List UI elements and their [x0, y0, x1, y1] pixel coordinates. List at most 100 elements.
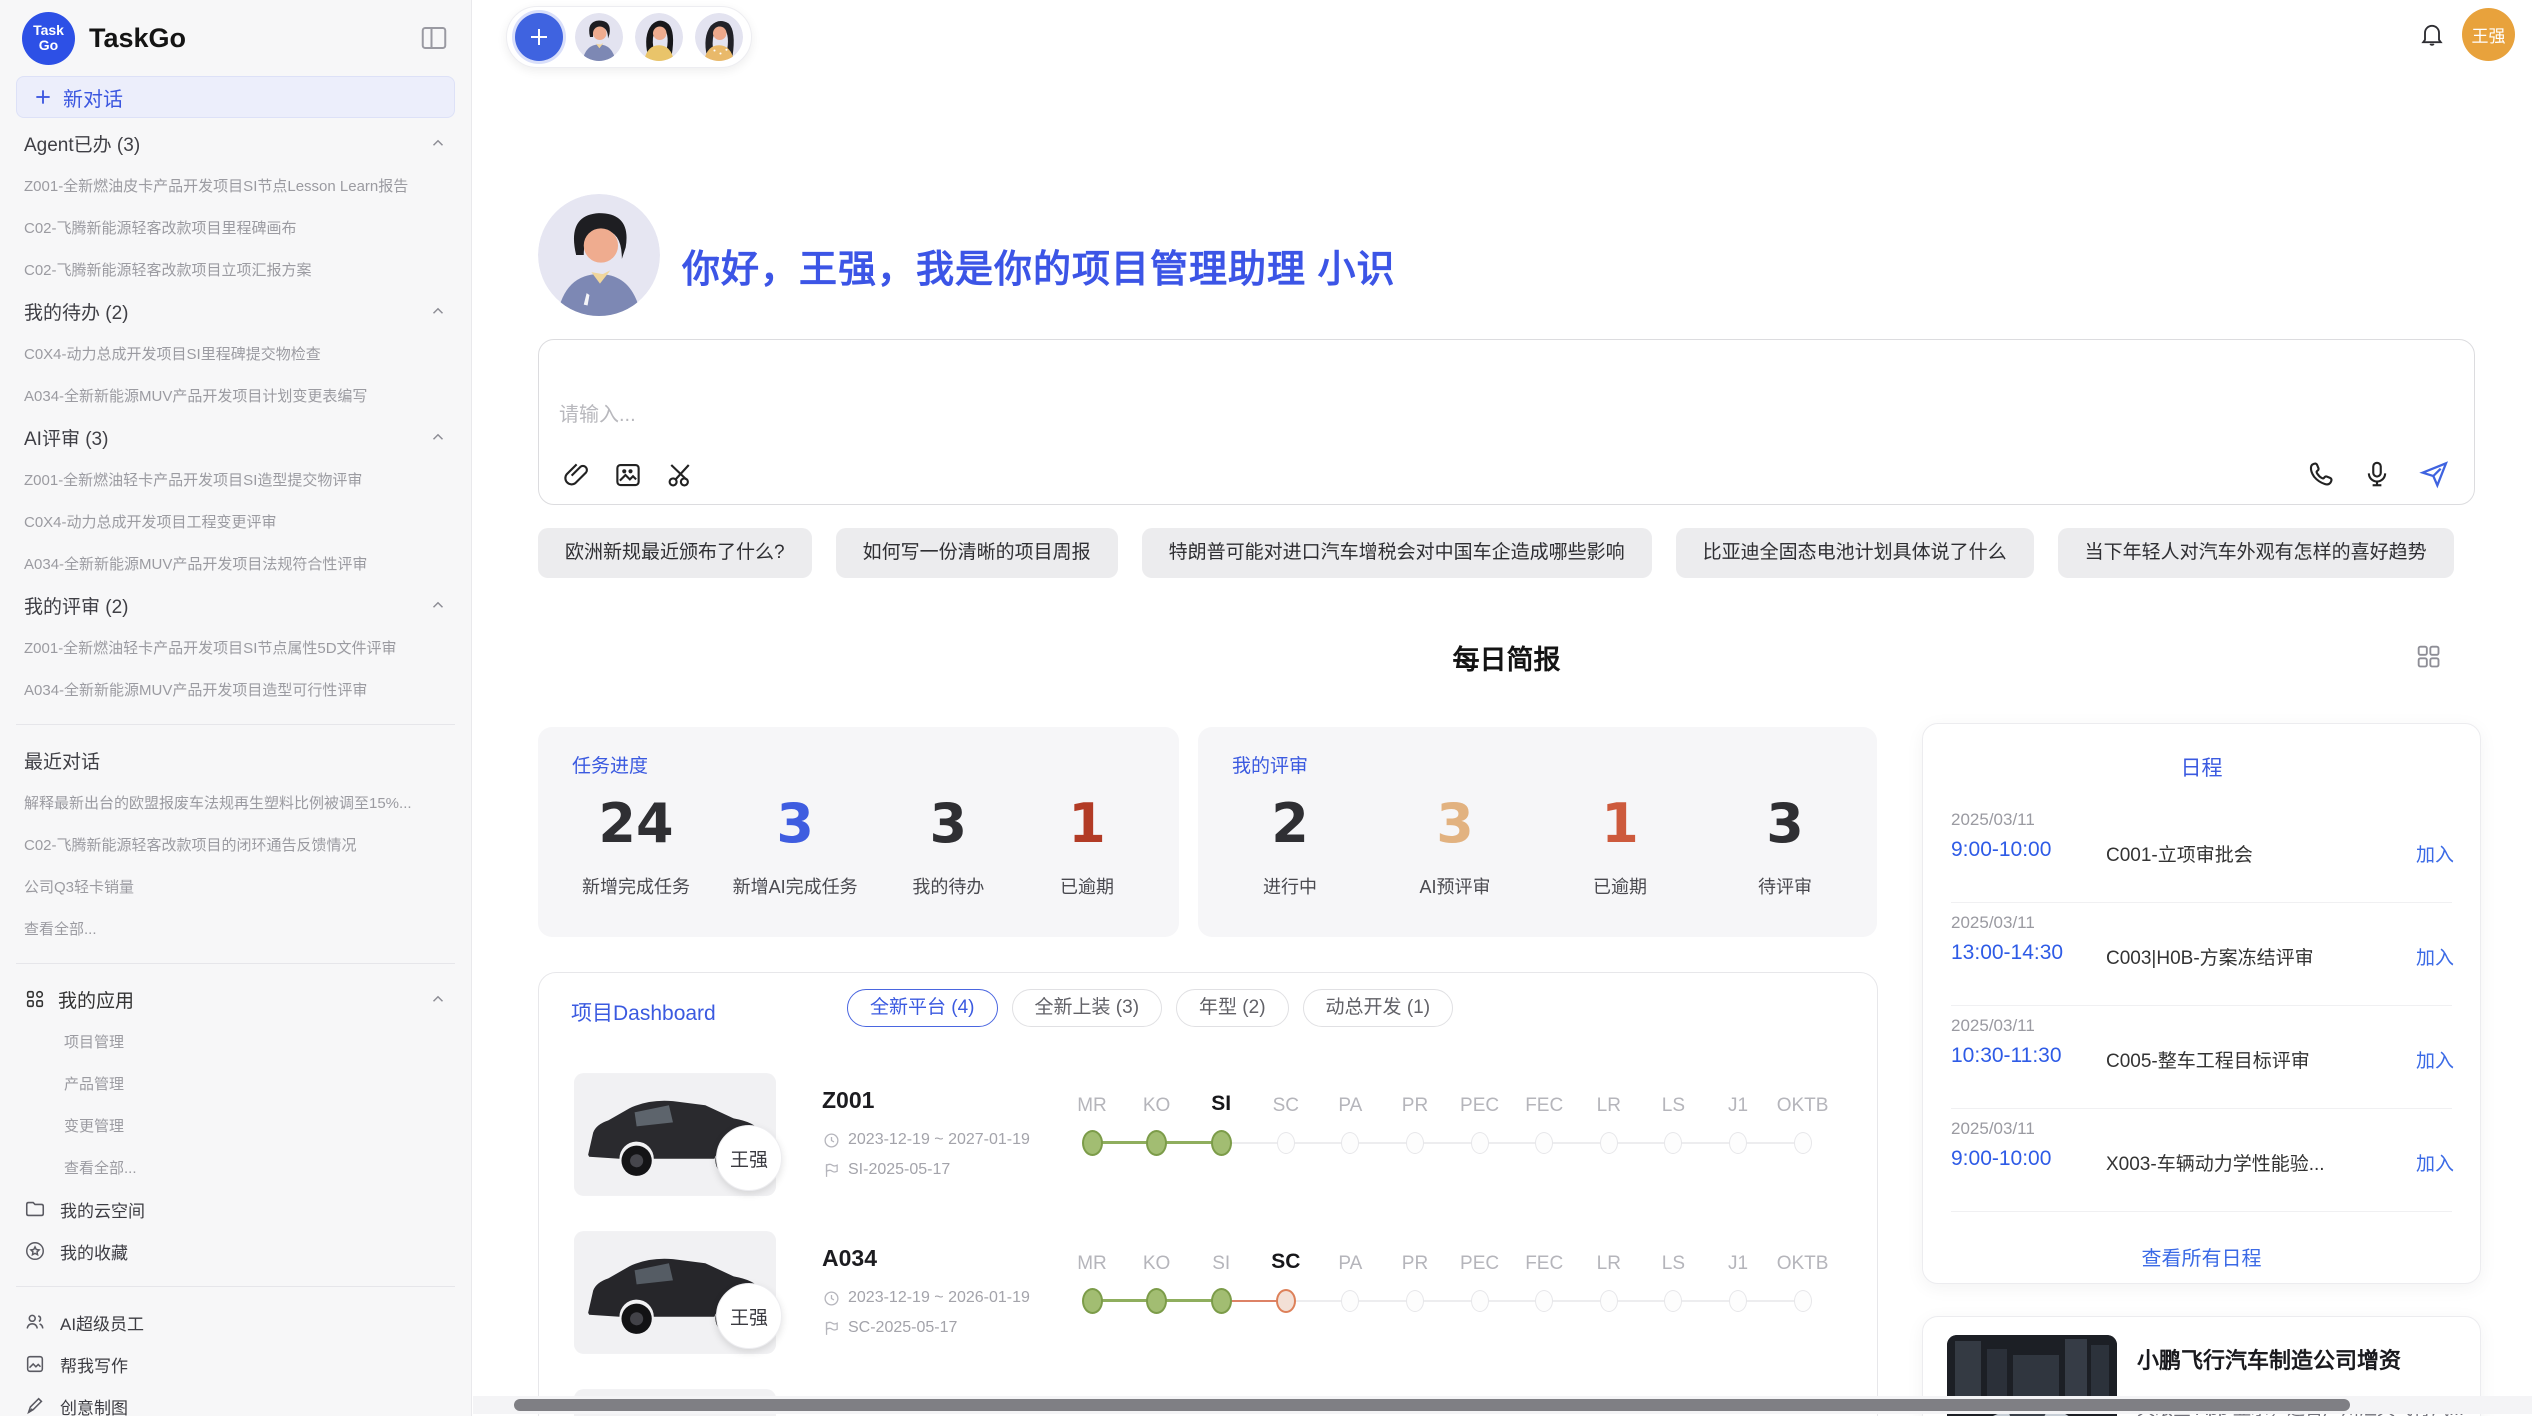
- chevron-up-icon[interactable]: [429, 596, 447, 614]
- dashboard-tab[interactable]: 动总开发 (1): [1303, 989, 1454, 1027]
- sidebar-item[interactable]: A034-全新新能源MUV产品开发项目计划变更表编写: [16, 374, 455, 416]
- milestone-dot[interactable]: [1471, 1290, 1489, 1312]
- suggestion-chip[interactable]: 特朗普可能对进口汽车增税会对中国车企造成哪些影响: [1142, 528, 1652, 578]
- sidebar-item-creative-draw[interactable]: 创意制图: [16, 1385, 455, 1416]
- dashboard-tab[interactable]: 年型 (2): [1176, 989, 1289, 1027]
- sidebar-section-header[interactable]: 我的评审 (2): [16, 584, 455, 626]
- milestone-dot[interactable]: [1146, 1130, 1167, 1156]
- chevron-up-icon[interactable]: [429, 134, 447, 152]
- sidebar-item[interactable]: A034-全新新能源MUV产品开发项目法规符合性评审: [16, 542, 455, 584]
- sidebar-section-header[interactable]: 我的待办 (2): [16, 290, 455, 332]
- milestone-dot[interactable]: [1082, 1130, 1103, 1156]
- milestone-dot[interactable]: [1276, 1289, 1296, 1313]
- avatar[interactable]: [635, 13, 683, 61]
- milestone-dot[interactable]: [1729, 1290, 1747, 1312]
- milestone-label: SI: [1189, 1092, 1253, 1116]
- project-row: 王强 Z001 2023-12-19 ~ 2027-01-19 SI-2025-…: [539, 1061, 1877, 1219]
- sidebar-item[interactable]: Z001-全新燃油轻卡产品开发项目SI造型提交物评审: [16, 458, 455, 500]
- sidebar-item[interactable]: Z001-全新燃油皮卡产品开发项目SI节点Lesson Learn报告: [16, 164, 455, 206]
- assistant-avatar: [538, 194, 660, 316]
- recent-chat-item[interactable]: 解释最新出台的欧盟报废车法规再生塑料比例被调至15%...: [16, 781, 455, 823]
- chevron-up-icon[interactable]: [429, 428, 447, 446]
- suggestion-chip[interactable]: 如何写一份清晰的项目周报: [836, 528, 1118, 578]
- sidebar-section-header[interactable]: Agent已办 (3): [16, 122, 455, 164]
- sidebar-item-cloud-space[interactable]: 我的云空间: [16, 1188, 455, 1230]
- milestone-dot[interactable]: [1471, 1132, 1489, 1154]
- milestone-dot[interactable]: [1664, 1132, 1682, 1154]
- user-avatar[interactable]: 王强: [2462, 8, 2515, 61]
- my-apps-header[interactable]: 我的应用: [16, 978, 455, 1020]
- join-link[interactable]: 加入: [2416, 840, 2454, 867]
- avatar[interactable]: [695, 13, 743, 61]
- suggestion-chip[interactable]: 比亚迪全固态电池计划具体说了什么: [1676, 528, 2034, 578]
- layout-grid-icon[interactable]: [2414, 642, 2442, 675]
- app-item[interactable]: 产品管理: [16, 1062, 455, 1104]
- recent-chat-item[interactable]: C02-飞腾新能源轻客改款项目的闭环通告反馈情况: [16, 823, 455, 865]
- phone-icon[interactable]: [2306, 459, 2336, 489]
- dashboard-tab[interactable]: 全新平台 (4): [847, 989, 998, 1027]
- ai-super-staff-label: AI超级员工: [60, 1310, 144, 1335]
- join-link[interactable]: 加入: [2416, 1149, 2454, 1176]
- sidebar-item-favorites[interactable]: 我的收藏: [16, 1230, 455, 1272]
- new-chat-button[interactable]: 新对话: [16, 76, 455, 118]
- schedule-time: 10:30-11:30: [1951, 1044, 2062, 1068]
- view-all-schedule-link[interactable]: 查看所有日程: [1923, 1242, 2480, 1271]
- app-item[interactable]: 变更管理: [16, 1104, 455, 1146]
- sidebar-item[interactable]: C0X4-动力总成开发项目SI里程碑提交物检查: [16, 332, 455, 374]
- notification-bell-icon[interactable]: [2418, 20, 2446, 53]
- milestone-dot[interactable]: [1406, 1290, 1424, 1312]
- avatar[interactable]: [575, 13, 623, 61]
- milestone-dot[interactable]: [1146, 1288, 1167, 1314]
- milestone-dot[interactable]: [1406, 1132, 1424, 1154]
- schedule-time: 9:00-10:00: [1951, 838, 2051, 862]
- sidebar-section-header[interactable]: AI评审 (3): [16, 416, 455, 458]
- recent-chats: 最近对话 解释最新出台的欧盟报废车法规再生塑料比例被调至15%...C02-飞腾…: [16, 739, 455, 949]
- horizontal-scrollbar-thumb[interactable]: [514, 1399, 2350, 1411]
- milestone-label: PEC: [1448, 1253, 1512, 1275]
- milestone-dot[interactable]: [1535, 1290, 1553, 1312]
- sidebar-item[interactable]: Z001-全新燃油轻卡产品开发项目SI节点属性5D文件评审: [16, 626, 455, 668]
- milestone-dot[interactable]: [1277, 1132, 1295, 1154]
- pen-icon: [24, 1395, 46, 1416]
- milestone-dot[interactable]: [1535, 1132, 1553, 1154]
- milestone-dot[interactable]: [1664, 1290, 1682, 1312]
- milestone-dot[interactable]: [1211, 1130, 1232, 1156]
- sidebar-item[interactable]: C02-飞腾新能源轻客改款项目立项汇报方案: [16, 248, 455, 290]
- recent-chat-item[interactable]: 公司Q3轻卡销量: [16, 865, 455, 907]
- dashboard-tab[interactable]: 全新上装 (3): [1012, 989, 1163, 1027]
- add-session-button[interactable]: [515, 13, 563, 61]
- milestone-dot[interactable]: [1794, 1132, 1812, 1154]
- sidebar-item[interactable]: C02-飞腾新能源轻客改款项目里程碑画布: [16, 206, 455, 248]
- mic-icon[interactable]: [2362, 459, 2392, 489]
- milestone-dot[interactable]: [1600, 1290, 1618, 1312]
- send-icon[interactable]: [2418, 458, 2450, 490]
- milestone-dot[interactable]: [1341, 1290, 1359, 1312]
- join-link[interactable]: 加入: [2416, 943, 2454, 970]
- app-item[interactable]: 项目管理: [16, 1020, 455, 1062]
- sidebar-collapse-icon[interactable]: [419, 23, 449, 53]
- sidebar-item-write-helper[interactable]: 帮我写作: [16, 1343, 455, 1385]
- grid-icon: [24, 988, 46, 1010]
- divider: [16, 1286, 455, 1287]
- suggestion-chip[interactable]: 欧洲新规最近颁布了什么?: [538, 528, 812, 578]
- paperclip-icon[interactable]: [561, 460, 591, 490]
- sidebar-item-ai-super-staff[interactable]: AI超级员工: [16, 1301, 455, 1343]
- milestone-dot[interactable]: [1211, 1288, 1232, 1314]
- image-icon[interactable]: [613, 460, 643, 490]
- sidebar-item[interactable]: C0X4-动力总成开发项目工程变更评审: [16, 500, 455, 542]
- sidebar-item[interactable]: A034-全新新能源MUV产品开发项目造型可行性评审: [16, 668, 455, 710]
- suggestion-chip[interactable]: 当下年轻人对汽车外观有怎样的喜好趋势: [2058, 528, 2454, 578]
- chat-input[interactable]: [559, 404, 1759, 427]
- join-link[interactable]: 加入: [2416, 1046, 2454, 1073]
- milestone-dot[interactable]: [1794, 1290, 1812, 1312]
- milestone-dot[interactable]: [1341, 1132, 1359, 1154]
- chevron-up-icon[interactable]: [429, 302, 447, 320]
- chevron-up-icon[interactable]: [429, 990, 447, 1008]
- apps-view-all[interactable]: 查看全部...: [16, 1146, 455, 1188]
- milestone-dot[interactable]: [1600, 1132, 1618, 1154]
- recent-view-all[interactable]: 查看全部...: [16, 907, 455, 949]
- scissors-icon[interactable]: [665, 460, 695, 490]
- milestone-label: LS: [1641, 1095, 1705, 1117]
- milestone-dot[interactable]: [1729, 1132, 1747, 1154]
- milestone-dot[interactable]: [1082, 1288, 1103, 1314]
